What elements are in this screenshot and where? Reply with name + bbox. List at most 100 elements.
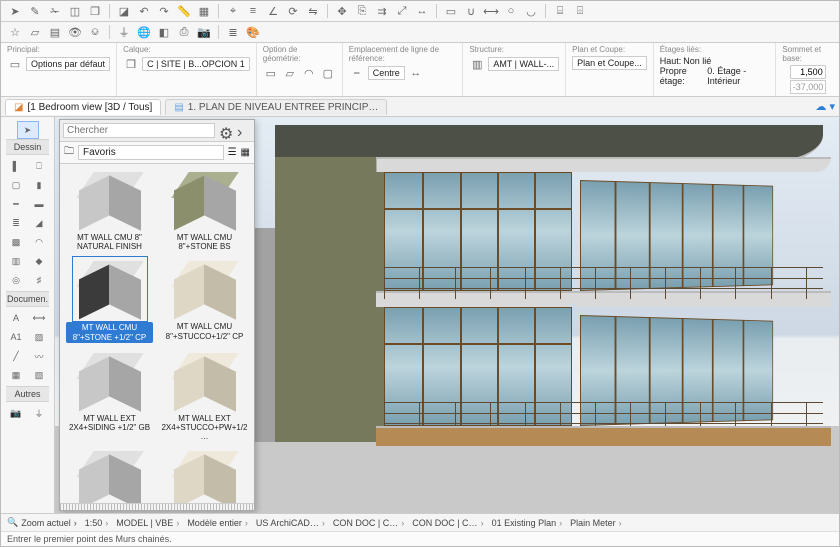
- section-icon[interactable]: ⎉: [87, 24, 103, 40]
- beam-tool[interactable]: ━: [6, 196, 26, 212]
- mirror-icon[interactable]: ⇋: [305, 3, 321, 19]
- measure-icon[interactable]: ⟷: [483, 3, 499, 19]
- align-icon[interactable]: ≡: [245, 3, 261, 19]
- stair-tool[interactable]: ≣: [6, 215, 26, 231]
- label-tool[interactable]: A1: [6, 329, 26, 345]
- box-icon[interactable]: ▭: [443, 3, 459, 19]
- scale-control[interactable]: 1:50: [85, 518, 109, 528]
- camera-icon[interactable]: 📷: [196, 24, 212, 40]
- stretch-icon[interactable]: ↔: [414, 3, 430, 19]
- layer-icon[interactable]: ❐: [123, 56, 139, 72]
- scale-icon[interactable]: ⤢: [394, 3, 410, 19]
- sheet-icon[interactable]: ▤: [47, 24, 63, 40]
- ruler-icon[interactable]: 📏: [176, 3, 192, 19]
- opts-structure-value[interactable]: AMT | WALL-...: [488, 57, 559, 71]
- grid-view-icon[interactable]: ▦: [241, 147, 250, 158]
- copy-icon[interactable]: ⎘: [354, 3, 370, 19]
- opts-principal-value[interactable]: Options par défaut: [26, 57, 110, 71]
- cube-icon[interactable]: ◪: [116, 3, 132, 19]
- cut-icon[interactable]: ✁: [47, 3, 63, 19]
- geom-opt3-icon[interactable]: ◠: [301, 65, 317, 81]
- offset-icon[interactable]: ⇉: [374, 3, 390, 19]
- pointer-tool[interactable]: ➤: [17, 121, 39, 139]
- geom-opt4-icon[interactable]: ▢: [320, 65, 336, 81]
- opts-plan-value[interactable]: Plan et Coupe...: [572, 56, 647, 70]
- mesh-tool[interactable]: ▩: [6, 234, 26, 250]
- roof-tool[interactable]: ◢: [29, 215, 49, 231]
- status-segment[interactable]: 01 Existing Plan: [492, 518, 563, 528]
- object-tool[interactable]: ◎: [6, 272, 26, 288]
- status-segment[interactable]: Plain Meter: [570, 518, 622, 528]
- curtain-tool[interactable]: ▥: [6, 253, 26, 269]
- toolbox-section-dessin[interactable]: Dessin: [6, 139, 49, 155]
- elev-icon[interactable]: ⏚: [116, 24, 132, 40]
- shell-tool[interactable]: ◠: [29, 234, 49, 250]
- redo-icon[interactable]: ↷: [156, 3, 172, 19]
- eraser-icon[interactable]: ◫: [67, 3, 83, 19]
- opts-calque-value[interactable]: C | SITE | B...OPCION 1: [142, 57, 250, 71]
- 3d-icon[interactable]: ◧: [156, 24, 172, 40]
- pointer-icon[interactable]: ➤: [7, 3, 23, 19]
- morph-tool[interactable]: ◆: [29, 253, 49, 269]
- snap-icon[interactable]: ⌖: [225, 3, 241, 19]
- line-tool[interactable]: ╱: [6, 348, 26, 364]
- propre-value[interactable]: 0. Étage - Intérieur: [707, 66, 769, 86]
- toolbox-section-documen-[interactable]: Documen.: [6, 291, 49, 307]
- favorites-panel[interactable]: ⚙ › 🗀 Favoris ☰ ▦ MT WALL CMU 8" NATURAL…: [59, 119, 255, 511]
- door-tool[interactable]: ⎕: [29, 158, 49, 174]
- favorite-item[interactable]: MT WALL CMU 8"+STONE +1/2" CP: [66, 259, 153, 342]
- palette-icon[interactable]: 🎨: [245, 24, 261, 40]
- print-icon[interactable]: ⎙: [176, 24, 192, 40]
- tab-plan-view[interactable]: ▤ 1. PLAN DE NIVEAU ENTREE PRINCIP…: [165, 99, 387, 115]
- undo-icon[interactable]: ↶: [136, 3, 152, 19]
- favorite-item[interactable]: MT WALL CMU 8"+STUCCO+1/2" CP: [161, 259, 248, 342]
- window-tool[interactable]: ▢: [6, 177, 26, 193]
- column-tool[interactable]: ▮: [29, 177, 49, 193]
- favorite-item[interactable]: [66, 449, 153, 503]
- status-segment[interactable]: Modèle entier: [187, 518, 248, 528]
- favorite-item[interactable]: MT WALL EXT 2X4+SIDING +1/2" GB: [66, 351, 153, 442]
- offset-icon[interactable]: ↔: [408, 65, 424, 81]
- angle-icon[interactable]: ∠: [265, 3, 281, 19]
- zone-tool[interactable]: ▦: [6, 367, 26, 383]
- favorite-item[interactable]: [161, 449, 248, 503]
- grid-icon[interactable]: ▦: [196, 3, 212, 19]
- geom-opt1-icon[interactable]: ▭: [263, 65, 279, 81]
- move-icon[interactable]: ✥: [334, 3, 350, 19]
- fill-tool[interactable]: ▨: [29, 329, 49, 345]
- favorite-item[interactable]: MT WALL CMU 8" NATURAL FINISH: [66, 170, 153, 251]
- haut-value[interactable]: Non lié: [683, 56, 711, 66]
- opts-refline-value[interactable]: Centre: [368, 66, 405, 80]
- refline-icon[interactable]: ⎯: [349, 65, 365, 81]
- geom-opt2-icon[interactable]: ▱: [282, 65, 298, 81]
- gear-icon[interactable]: ⚙: [219, 124, 233, 138]
- 3d-viewport[interactable]: ⚙ › 🗀 Favoris ☰ ▦ MT WALL CMU 8" NATURAL…: [55, 117, 839, 513]
- panel-resize-handle[interactable]: [60, 503, 254, 510]
- arc-icon[interactable]: ◡: [523, 3, 539, 19]
- status-segment[interactable]: CON DOC | C…: [412, 518, 483, 528]
- teamwork-status[interactable]: ☁ ▾: [815, 100, 835, 113]
- group-icon[interactable]: ⌸: [552, 3, 568, 19]
- status-segment[interactable]: CON DOC | C…: [333, 518, 404, 528]
- camera-tool[interactable]: 📷: [6, 405, 26, 421]
- wall-tool[interactable]: ▌: [6, 158, 26, 174]
- railing-tool[interactable]: ♯: [29, 272, 49, 288]
- join-icon[interactable]: ∪: [463, 3, 479, 19]
- panel-folder-label[interactable]: Favoris: [78, 145, 224, 160]
- zoom-control[interactable]: 🔍Zoom actuel›: [7, 517, 77, 528]
- list-view-icon[interactable]: ☰: [228, 147, 237, 158]
- elev-tool[interactable]: ⏚: [29, 405, 49, 421]
- pen-icon[interactable]: ✎: [27, 3, 43, 19]
- view-icon[interactable]: 👁: [67, 24, 83, 40]
- status-segment[interactable]: MODEL | VBE: [116, 518, 179, 528]
- layers-icon[interactable]: ❐: [87, 3, 103, 19]
- text-tool[interactable]: A: [6, 310, 26, 326]
- hatch-tool[interactable]: ▧: [29, 367, 49, 383]
- outline-icon[interactable]: ▱: [27, 24, 43, 40]
- ungroup-icon[interactable]: ⌹: [572, 3, 588, 19]
- composite-icon[interactable]: ▥: [469, 56, 485, 72]
- star-icon[interactable]: ☆: [7, 24, 23, 40]
- globe-icon[interactable]: 🌐: [136, 24, 152, 40]
- search-input[interactable]: [63, 123, 215, 138]
- favorite-item[interactable]: MT WALL CMU 8"+STONE BS: [161, 170, 248, 251]
